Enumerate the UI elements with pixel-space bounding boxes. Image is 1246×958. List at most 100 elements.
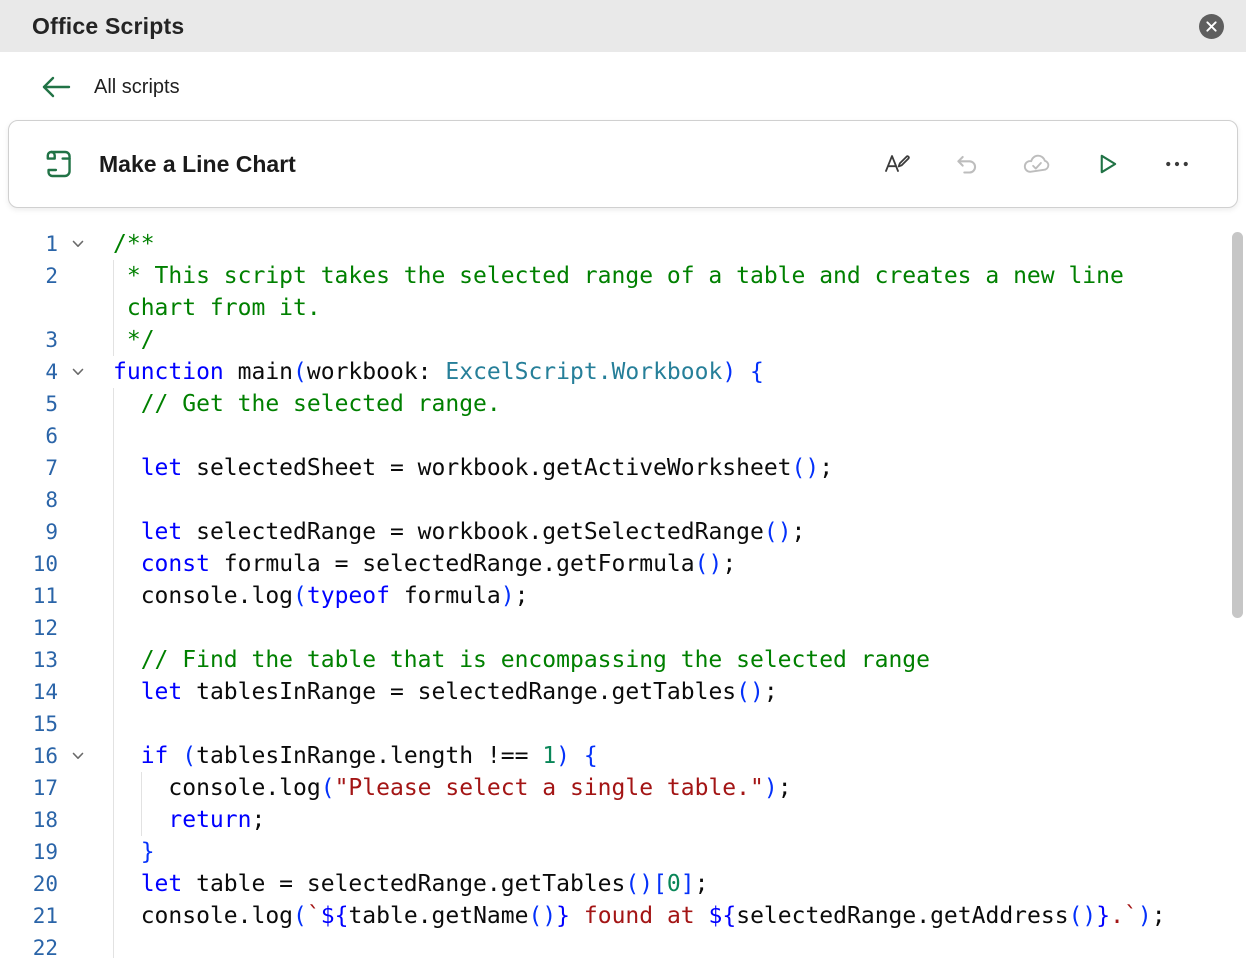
indent-guide (113, 836, 114, 868)
indent-guide (113, 644, 114, 676)
code-line[interactable]: 8 (0, 484, 1246, 516)
code-line[interactable]: 14 let tablesInRange = selectedRange.get… (0, 676, 1246, 708)
script-card: Make a Line Chart (8, 120, 1238, 208)
indent-guide (113, 516, 114, 548)
line-number: 11 (32, 584, 58, 608)
line-number: 7 (45, 456, 58, 480)
line-number: 10 (32, 552, 58, 576)
line-number (0, 292, 58, 324)
code-line[interactable]: 3 */ (0, 324, 1246, 356)
code-line[interactable]: 20 let table = selectedRange.getTables()… (0, 868, 1246, 900)
code-line[interactable]: 18 return; (0, 804, 1246, 836)
code-text: console.log(`${table.getName()} found at… (113, 900, 1246, 932)
code-line[interactable]: 16 if (tablesInRange.length !== 1) { (0, 740, 1246, 772)
code-text: // Find the table that is encompassing t… (113, 644, 1246, 676)
code-line[interactable]: 13 // Find the table that is encompassin… (0, 644, 1246, 676)
fold-chevron-icon[interactable] (58, 740, 98, 772)
indent-guide (140, 772, 142, 804)
code-line[interactable]: 15 (0, 708, 1246, 740)
indent-guide (113, 292, 114, 324)
close-button[interactable] (1199, 13, 1224, 39)
code-line[interactable]: 22 (0, 932, 1246, 958)
code-text (113, 708, 1246, 740)
code-line[interactable]: 4 function main(workbook: ExcelScript.Wor… (0, 356, 1246, 388)
indent-guide (113, 452, 114, 484)
app-header: Office Scripts (0, 0, 1246, 52)
code-text (113, 420, 1246, 452)
line-number: 2 (45, 264, 58, 288)
undo-button[interactable] (951, 148, 983, 180)
line-number: 20 (32, 872, 58, 896)
indent-guide (140, 804, 142, 836)
line-number: 18 (32, 808, 58, 832)
code-text: } (113, 836, 1246, 868)
line-number: 1 (45, 232, 58, 256)
back-arrow-icon[interactable] (40, 74, 72, 100)
indent-guide (113, 804, 114, 836)
code-line[interactable]: 11 console.log(typeof formula); (0, 580, 1246, 612)
line-number: 13 (32, 648, 58, 672)
line-number: 6 (45, 424, 58, 448)
code-line[interactable]: 1 /** (0, 228, 1246, 260)
fold-chevron-icon[interactable] (58, 228, 98, 260)
vertical-scrollbar-thumb[interactable] (1232, 232, 1243, 618)
code-line[interactable]: 17 console.log("Please select a single t… (0, 772, 1246, 804)
more-options-button[interactable] (1161, 148, 1193, 180)
code-line[interactable]: 2 * This script takes the selected range… (0, 260, 1246, 292)
indent-guide (113, 324, 114, 356)
code-text: return; (113, 804, 1246, 836)
code-editor[interactable]: 1 /** 2 * This script takes the selected r… (0, 228, 1246, 958)
code-lines: 1 /** 2 * This script takes the selected r… (0, 228, 1246, 958)
code-line[interactable]: 5 // Get the selected range. (0, 388, 1246, 420)
line-number: 14 (32, 680, 58, 704)
code-line[interactable]: 21 console.log(`${table.getName()} found… (0, 900, 1246, 932)
fold-chevron-icon[interactable] (58, 356, 98, 388)
code-text (113, 612, 1246, 644)
code-text: let table = selectedRange.getTables()[0]… (113, 868, 1246, 900)
back-label: All scripts (94, 75, 180, 98)
script-title: Make a Line Chart (99, 150, 296, 177)
cloud-save-button[interactable] (1021, 148, 1053, 180)
code-text (113, 932, 1246, 958)
ellipsis-icon (1163, 150, 1191, 178)
code-line[interactable]: 9 let selectedRange = workbook.getSelect… (0, 516, 1246, 548)
line-number: 19 (32, 840, 58, 864)
script-toolbar (881, 148, 1193, 180)
line-number: 21 (32, 904, 58, 928)
code-text: /** (113, 231, 155, 257)
indent-guide (113, 580, 114, 612)
indent-guide (113, 932, 114, 958)
code-text: console.log("Please select a single tabl… (113, 772, 1246, 804)
code-line[interactable]: 6 (0, 420, 1246, 452)
code-line[interactable]: chart from it. (0, 292, 1246, 324)
code-text: const formula = selectedRange.getFormula… (113, 548, 1246, 580)
code-line[interactable]: 12 (0, 612, 1246, 644)
code-line[interactable]: 7 let selectedSheet = workbook.getActive… (0, 452, 1246, 484)
cloud-saved-icon (1022, 151, 1052, 177)
line-number: 3 (45, 328, 58, 352)
back-nav[interactable]: All scripts (0, 52, 1246, 120)
undo-icon (953, 150, 981, 178)
app-title: Office Scripts (32, 12, 185, 39)
code-line[interactable]: 19 } (0, 836, 1246, 868)
indent-guide (113, 484, 114, 516)
code-text: * This script takes the selected range o… (113, 260, 1246, 292)
rename-button[interactable] (881, 148, 913, 180)
run-button[interactable] (1091, 148, 1123, 180)
code-line[interactable]: 10 const formula = selectedRange.getForm… (0, 548, 1246, 580)
